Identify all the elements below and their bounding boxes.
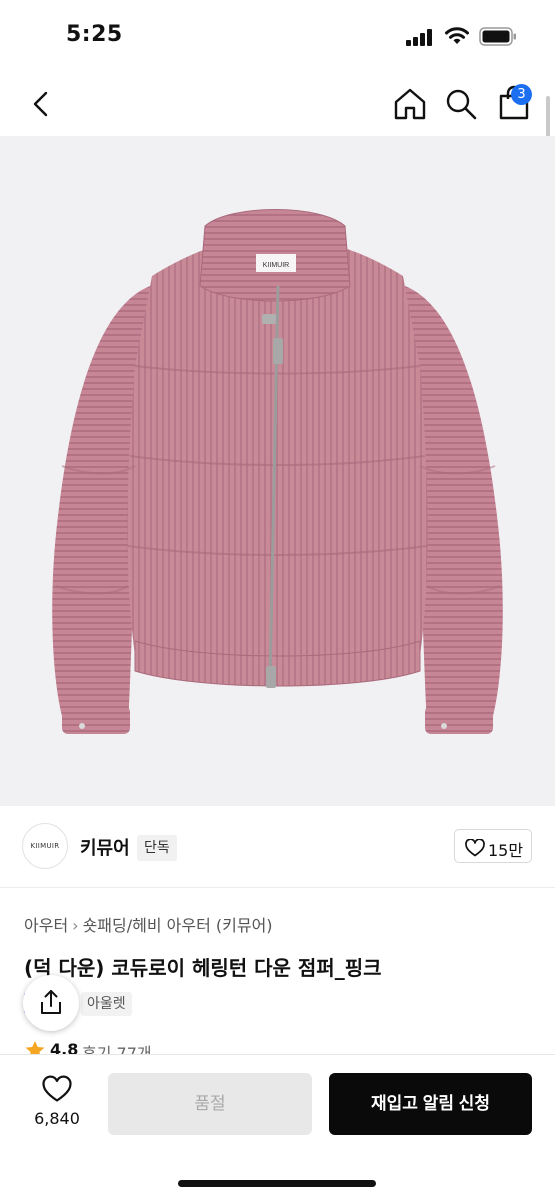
brand-name[interactable]: 키뮤어 — [80, 834, 130, 860]
breadcrumb-item[interactable]: 숏패딩/헤비 아우터 (키뮤어) — [83, 916, 273, 935]
product-image[interactable]: KIIMUIR — [0, 136, 555, 806]
brand-like-button[interactable]: 15만 — [454, 829, 532, 863]
signal-icon — [406, 28, 434, 46]
home-icon[interactable] — [392, 86, 428, 122]
breadcrumb-separator-icon: › — [72, 916, 79, 935]
battery-icon — [479, 27, 516, 46]
search-icon[interactable] — [444, 86, 478, 122]
brand-like-count: 15만 — [488, 841, 524, 860]
share-button[interactable] — [23, 975, 79, 1031]
brand-tag: KIIMUIR — [263, 262, 289, 269]
chevron-left-icon[interactable] — [26, 88, 56, 120]
wishlist-button[interactable]: 6,840 — [26, 1073, 88, 1135]
brand-logo[interactable]: KIIMUIR — [22, 823, 68, 869]
bottom-action-bar: 6,840 품절 재입고 알림 신청 — [0, 1054, 555, 1200]
exclusive-badge: 단독 — [137, 835, 177, 861]
jacket-image: KIIMUIR — [52, 209, 503, 734]
wishlist-count: 6,840 — [34, 1109, 80, 1128]
outlet-label: 아울렛 — [81, 992, 132, 1016]
breadcrumb: 아우터 › 숏패딩/헤비 아우터 (키뮤어) — [24, 912, 273, 936]
soldout-button[interactable]: 품절 — [108, 1073, 312, 1135]
home-indicator — [178, 1180, 376, 1187]
product-title: (덕 다운) 코듀로이 헤링턴 다운 점퍼_핑크 — [24, 956, 382, 980]
cart-count-badge: 3 — [511, 84, 532, 105]
wifi-icon — [445, 27, 469, 44]
heart-icon — [465, 839, 485, 857]
status-time: 5:25 — [66, 22, 123, 47]
heart-icon — [42, 1075, 72, 1102]
brand-row: KIIMUIR 키뮤어 단독 15만 — [0, 806, 555, 888]
nav-bar — [0, 72, 555, 136]
share-icon — [41, 990, 61, 1014]
status-bar: 5:25 — [0, 0, 555, 72]
restock-alert-button[interactable]: 재입고 알림 신청 — [329, 1073, 532, 1135]
breadcrumb-item[interactable]: 아우터 — [24, 916, 68, 935]
